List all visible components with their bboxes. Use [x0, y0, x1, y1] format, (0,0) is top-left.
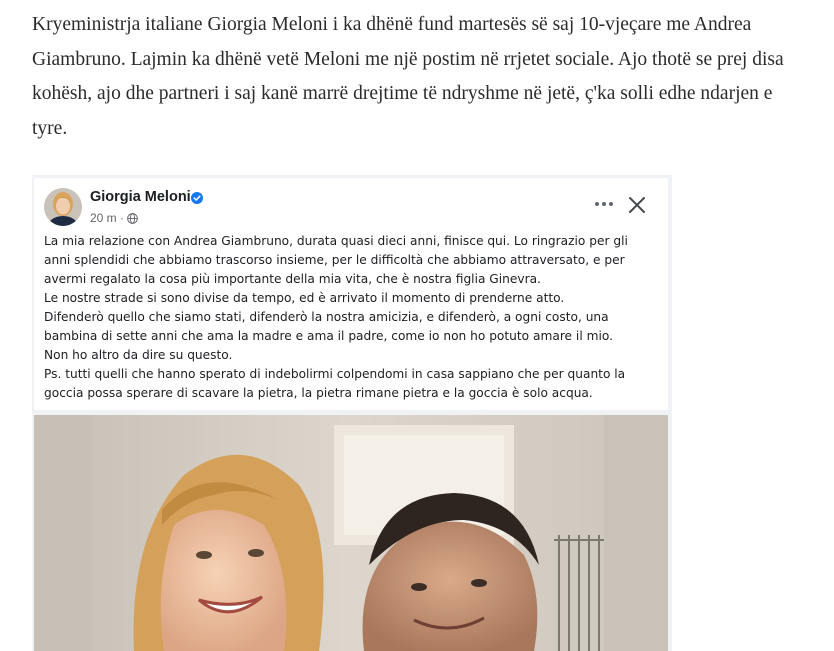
article-line: Kryeministrja italiane Giorgia Meloni i … — [32, 14, 752, 35]
verified-badge-icon — [191, 192, 203, 204]
post-line: Le nostre strade si sono divise da tempo… — [44, 291, 565, 305]
post-line: Ps. tutti quelli che hanno sperato di in… — [44, 367, 626, 381]
post-line: anni splendidi che abbiamo trascorso ins… — [44, 253, 625, 267]
close-button[interactable] — [626, 194, 648, 216]
post-line: Difenderò quello che siamo stati, difend… — [44, 310, 609, 324]
article-line: tyre. — [32, 117, 68, 139]
post-body: La mia relazione con Andrea Giambruno, d… — [44, 232, 664, 403]
author-name[interactable]: Giorgia Meloni — [90, 189, 191, 205]
article-line: Giambruno. Lajmin ka dhënë vetë Meloni m… — [32, 48, 784, 70]
post-line: bambina di sette anni che ama la madre e… — [44, 329, 613, 343]
post-line: avermi regalato la cosa più importante d… — [44, 272, 541, 286]
post-card: Giorgia Meloni 20 m · La mia relazione c… — [34, 178, 668, 410]
author-avatar[interactable] — [44, 188, 82, 226]
close-icon — [629, 197, 645, 213]
post-timestamp[interactable]: 20 m · — [90, 211, 124, 225]
more-options-icon — [595, 202, 613, 206]
post-meta: 20 m · — [90, 211, 138, 225]
article-line: kohësh, ajo dhe partneri i saj kanë marr… — [32, 83, 773, 104]
post-photo[interactable] — [34, 415, 668, 651]
post-line: La mia relazione con Andrea Giambruno, d… — [44, 234, 628, 248]
post-line: goccia possa sperare di scavare la pietr… — [44, 386, 593, 400]
facebook-post-embed: Giorgia Meloni 20 m · La mia relazione c… — [32, 175, 672, 651]
globe-icon — [127, 212, 138, 224]
post-line: Non ho altro da dire su questo. — [44, 348, 233, 362]
more-options-button[interactable] — [592, 194, 616, 214]
article-paragraph: Kryeministrja italiane Giorgia Meloni i … — [32, 8, 834, 146]
